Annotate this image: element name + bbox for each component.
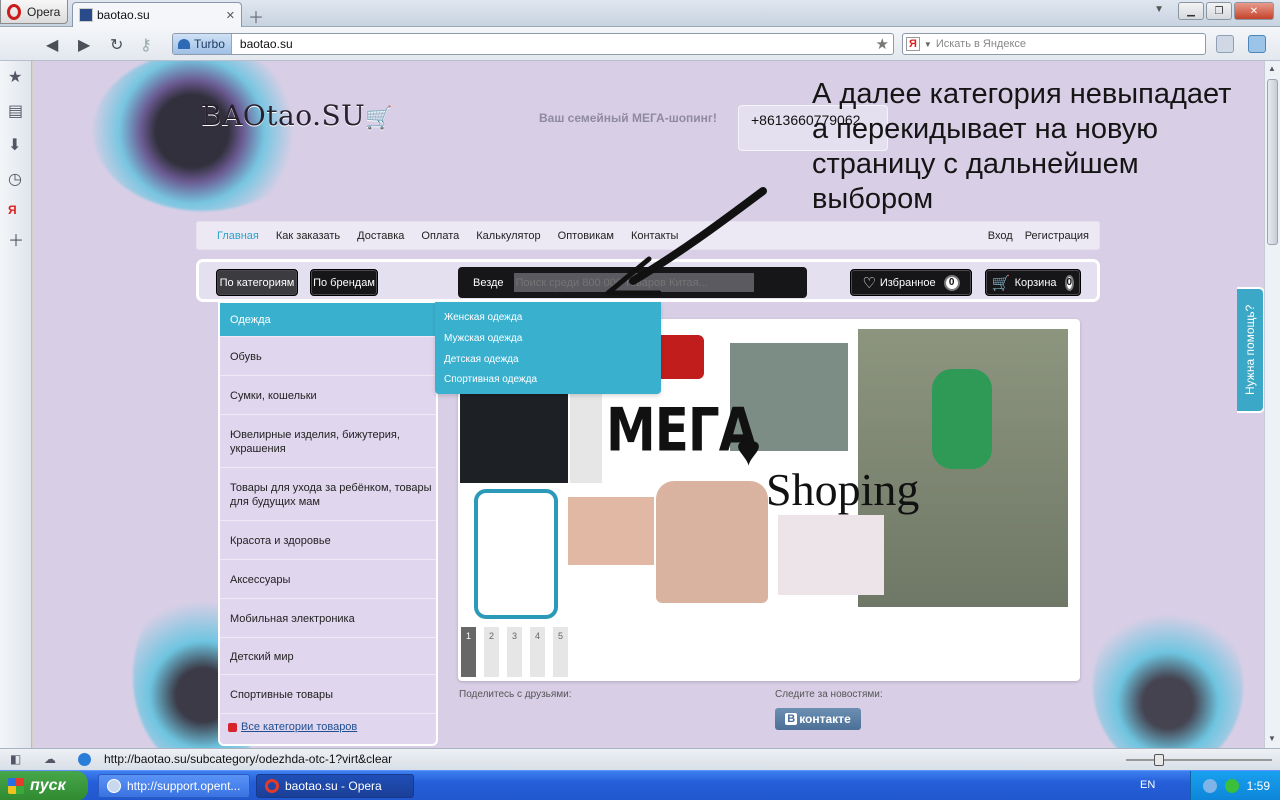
- key-icon: ⚷: [140, 37, 152, 54]
- close-window-button[interactable]: ✕: [1234, 2, 1274, 20]
- start-label: пуск: [30, 777, 66, 794]
- clock: 1:59: [1246, 779, 1270, 793]
- turbo-button[interactable]: Turbo: [173, 34, 232, 54]
- taskbar-item-label: http://support.opent...: [127, 779, 241, 793]
- address-field[interactable]: Turbo baotao.su ★: [172, 33, 894, 55]
- scroll-up-icon[interactable]: ▲: [1268, 64, 1276, 73]
- search-placeholder: Искать в Яндексе: [935, 38, 1026, 50]
- turbo-icon: [178, 39, 190, 49]
- minimize-button[interactable]: ▁: [1178, 2, 1204, 20]
- taskbar-item-label: baotao.su - Opera: [285, 779, 382, 793]
- opera-menu-button[interactable]: Opera: [0, 0, 68, 24]
- close-tab-icon[interactable]: ✕: [226, 9, 235, 22]
- turbo-label: Turbo: [194, 37, 225, 51]
- scrollbar-thumb[interactable]: [1267, 79, 1278, 245]
- zoom-slider[interactable]: [1126, 754, 1272, 766]
- new-tab-icon[interactable]: ＋: [248, 4, 264, 28]
- tab-title: baotao.su: [97, 8, 150, 22]
- zoom-knob[interactable]: [1154, 754, 1164, 766]
- tab-list-icon[interactable]: ▼: [1154, 4, 1164, 15]
- opera-taskbar-icon: [265, 779, 279, 793]
- page-viewport: BAOtao.SU🛒 Ваш семейный МЕГА-шопинг! +86…: [33, 61, 1264, 748]
- yandex-icon[interactable]: Я: [906, 37, 920, 51]
- windows-flag-icon: [8, 778, 24, 794]
- forward-icon[interactable]: ▶: [78, 35, 90, 55]
- notes-icon[interactable]: [1216, 35, 1234, 53]
- reload-icon[interactable]: ↻: [110, 35, 123, 55]
- restore-button[interactable]: ❐: [1206, 2, 1232, 20]
- speed-dial-icon[interactable]: [78, 753, 91, 766]
- network-icon[interactable]: [1202, 779, 1217, 793]
- side-panel: ★ ▤ ⬇ ◷ Я ＋: [0, 61, 32, 748]
- cloud-icon[interactable]: ☁: [44, 752, 56, 766]
- address-toolbar: ◀ ▶ ↻ ⚷ Turbo baotao.su ★ Я ▼ Искать в Я…: [0, 27, 1280, 61]
- site-favicon-icon: [79, 8, 93, 22]
- mail-icon[interactable]: [1248, 35, 1266, 53]
- windows-taskbar: пуск http://support.opent... baotao.su -…: [0, 770, 1280, 800]
- history-clock-icon[interactable]: ◷: [8, 169, 22, 189]
- tab-baotao[interactable]: baotao.su ✕: [72, 2, 242, 27]
- start-button[interactable]: пуск: [0, 771, 88, 800]
- status-url: http://baotao.su/subcategory/odezhda-otc…: [104, 752, 393, 766]
- add-panel-icon[interactable]: ＋: [8, 227, 24, 251]
- scroll-down-icon[interactable]: ▼: [1268, 734, 1276, 743]
- annotation-note: А далее категория невыпадает а перекидыв…: [812, 78, 1232, 215]
- panel-toggle-icon[interactable]: ◧: [10, 752, 21, 766]
- tab-bar: Opera baotao.su ✕ ＋ ▼ ▁ ❐ ✕: [0, 0, 1280, 27]
- bookmark-star-icon[interactable]: ★: [876, 35, 893, 53]
- taskbar-item-support[interactable]: http://support.opent...: [98, 774, 250, 798]
- language-indicator[interactable]: EN: [1140, 779, 1155, 791]
- url-text[interactable]: baotao.su: [232, 37, 876, 51]
- window-controls: ▁ ❐ ✕: [1178, 2, 1274, 20]
- yandex-panel-icon[interactable]: Я: [8, 203, 17, 217]
- back-icon[interactable]: ◀: [46, 35, 58, 55]
- status-bar: ◧ ☁ http://baotao.su/subcategory/odezhda…: [0, 748, 1280, 770]
- system-tray: 1:59: [1190, 771, 1280, 800]
- search-field[interactable]: Я ▼ Искать в Яндексе: [902, 33, 1206, 55]
- notes-panel-icon[interactable]: ▤: [8, 101, 23, 121]
- page-scrollbar[interactable]: ▲ ▼: [1264, 61, 1280, 748]
- search-engine-dropdown-icon[interactable]: ▼: [924, 40, 932, 49]
- browser-window-icon: [107, 779, 121, 793]
- taskbar-item-opera[interactable]: baotao.su - Opera: [256, 774, 414, 798]
- bookmarks-star-icon[interactable]: ★: [8, 67, 22, 87]
- opera-menu-label: Opera: [27, 4, 61, 19]
- opera-logo-icon: [7, 3, 21, 20]
- downloads-icon[interactable]: ⬇: [8, 135, 21, 155]
- security-icon[interactable]: [1224, 779, 1239, 793]
